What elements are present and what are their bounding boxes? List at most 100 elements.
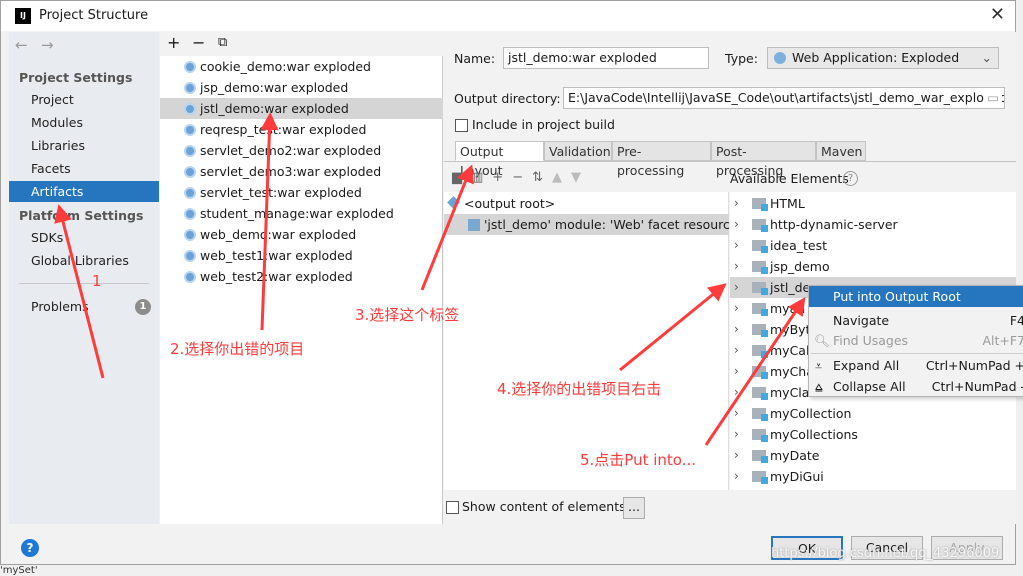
folder-icon[interactable]: ▭: [984, 88, 1002, 108]
chevron-right-icon[interactable]: ›: [734, 340, 739, 361]
available-element-item[interactable]: › myCollections: [730, 424, 1016, 445]
menu-item-find-usages[interactable]: 🔍︎ Find Usages Alt+F7: [809, 330, 1023, 351]
artifact-icon: [184, 250, 196, 262]
available-element-item[interactable]: › myDate: [730, 445, 1016, 466]
sidebar: ← → Project Settings Project Modules Lib…: [9, 32, 159, 524]
type-select[interactable]: Web Application: Exploded ⌄: [767, 47, 999, 69]
close-icon[interactable]: ✕: [990, 4, 1005, 25]
sidebar-item-global-libraries[interactable]: Global Libraries: [9, 250, 159, 271]
remove-icon[interactable]: −: [512, 170, 532, 185]
chevron-right-icon[interactable]: ›: [734, 256, 739, 277]
sidebar-item-modules[interactable]: Modules: [9, 112, 159, 133]
module-folder-icon: [752, 219, 768, 232]
artifact-label: reqresp_test:war exploded: [200, 122, 367, 137]
tab-validation[interactable]: Validation: [544, 141, 612, 161]
menu-shortcut: Alt+F7: [982, 333, 1023, 348]
show-content-checkbox[interactable]: [446, 501, 459, 514]
chevron-right-icon[interactable]: ›: [734, 466, 739, 487]
tree-item-output-root[interactable]: <output root>: [444, 193, 729, 214]
artifact-list-item[interactable]: web_test2:war exploded: [160, 266, 443, 287]
chevron-right-icon[interactable]: ›: [734, 235, 739, 256]
artifact-list-item[interactable]: reqresp_test:war exploded: [160, 119, 443, 140]
title-bar: IJ Project Structure ✕: [1, 1, 1015, 31]
archive-icon[interactable]: ▥: [471, 170, 492, 185]
available-element-item[interactable]: › http-dynamic-server: [730, 214, 1016, 235]
available-element-item[interactable]: › jsp_demo: [730, 256, 1016, 277]
artifact-list-item[interactable]: servlet_demo3:war exploded: [160, 161, 443, 182]
sidebar-item-problems[interactable]: Problems 1: [9, 296, 159, 317]
artifact-list-item[interactable]: web_test1:war exploded: [160, 245, 443, 266]
output-root-icon: [447, 196, 460, 209]
artifact-list-item[interactable]: servlet_test:war exploded: [160, 182, 443, 203]
type-label: Type:: [725, 51, 758, 66]
divider: [19, 283, 149, 284]
new-folder-icon[interactable]: ▆: [452, 170, 471, 185]
help-icon[interactable]: ?: [21, 539, 39, 557]
menu-item-collapse-all[interactable]: ⩠ Collapse All Ctrl+NumPad -: [809, 376, 1023, 397]
move-up-icon[interactable]: ▲: [552, 170, 571, 185]
move-down-icon[interactable]: ▼: [571, 170, 590, 185]
artifact-list-item[interactable]: jsp_demo:war exploded: [160, 77, 443, 98]
include-in-build-checkbox[interactable]: [455, 119, 468, 132]
chevron-right-icon[interactable]: ›: [734, 298, 739, 319]
available-element-item[interactable]: › myCollection: [730, 403, 1016, 424]
expand-all-icon: ⩡: [815, 358, 823, 373]
artifact-list-item[interactable]: servlet_demo2:war exploded: [160, 140, 443, 161]
tab-post-processing[interactable]: Post-processing: [711, 141, 816, 178]
sidebar-item-sdks[interactable]: SDKs: [9, 227, 159, 248]
tab-maven[interactable]: Maven: [816, 141, 866, 161]
chevron-right-icon[interactable]: ›: [734, 214, 739, 235]
annotation-3: 3.选择这个标签: [355, 306, 460, 324]
artifact-list-item[interactable]: web_demo:war exploded: [160, 224, 443, 245]
chevron-right-icon[interactable]: ›: [734, 424, 739, 445]
sidebar-item-facets[interactable]: Facets: [9, 158, 159, 179]
available-element-item[interactable]: › idea_test: [730, 235, 1016, 256]
tab-output-layout[interactable]: Output Layout: [455, 141, 544, 178]
annotation-2: 2.选择你出错的项目: [170, 340, 305, 358]
sidebar-item-libraries[interactable]: Libraries: [9, 135, 159, 156]
available-element-item[interactable]: › HTML: [730, 193, 1016, 214]
available-element-item[interactable]: › myDiGui: [730, 466, 1016, 487]
forward-icon[interactable]: →: [41, 36, 54, 54]
artifact-icon: [184, 103, 196, 115]
artifact-list-item[interactable]: student_manage:war exploded: [160, 203, 443, 224]
menu-item-put-into-output-root[interactable]: Put into Output Root: [809, 286, 1023, 307]
menu-item-expand-all[interactable]: ⩡ Expand All Ctrl+NumPad +: [809, 355, 1023, 376]
menu-shortcut: Ctrl+NumPad +: [925, 358, 1023, 373]
add-icon[interactable]: +: [492, 170, 512, 185]
chevron-right-icon[interactable]: ›: [734, 382, 739, 403]
chevron-right-icon[interactable]: ›: [734, 403, 739, 424]
help-icon[interactable]: ?: [843, 171, 858, 186]
chevron-right-icon[interactable]: ›: [734, 361, 739, 382]
tab-pre-processing[interactable]: Pre-processing: [612, 141, 711, 178]
remove-icon[interactable]: −: [192, 33, 205, 52]
sidebar-item-artifacts[interactable]: Artifacts: [9, 181, 159, 202]
module-folder-icon: [752, 387, 768, 400]
artifact-label: servlet_test:war exploded: [200, 185, 362, 200]
element-label: http-dynamic-server: [770, 217, 898, 232]
artifact-icon: [184, 145, 196, 157]
module-folder-icon: [752, 282, 768, 295]
chevron-right-icon[interactable]: ›: [734, 319, 739, 340]
menu-separator: [811, 353, 1023, 354]
copy-icon[interactable]: ⧉: [218, 35, 227, 50]
add-icon[interactable]: +: [167, 33, 180, 52]
name-input[interactable]: jstl_demo:war exploded: [503, 47, 709, 69]
chevron-right-icon[interactable]: ›: [734, 277, 739, 298]
sidebar-item-project[interactable]: Project: [9, 89, 159, 110]
more-button[interactable]: ...: [623, 497, 645, 519]
back-icon[interactable]: ←: [15, 36, 28, 54]
output-directory-input[interactable]: E:\JavaCode\Intellij\JavaSE_Code\out\art…: [563, 87, 1005, 109]
menu-item-navigate[interactable]: Navigate F4: [809, 310, 1023, 331]
window-title: Project Structure: [39, 8, 149, 23]
artifact-icon: [184, 166, 196, 178]
tree-item-facet-resources[interactable]: 'jstl_demo' module: 'Web' facet resource…: [444, 214, 744, 235]
name-label: Name:: [454, 51, 496, 66]
annotation-4: 4.选择你的出错项目右击: [497, 380, 662, 398]
sort-icon[interactable]: ⇅: [532, 170, 552, 185]
chevron-right-icon[interactable]: ›: [734, 445, 739, 466]
problems-count-badge: 1: [135, 299, 151, 315]
artifact-list-item[interactable]: jstl_demo:war exploded: [160, 98, 443, 119]
chevron-right-icon[interactable]: ›: [734, 193, 739, 214]
artifact-list-item[interactable]: cookie_demo:war exploded: [160, 56, 443, 77]
